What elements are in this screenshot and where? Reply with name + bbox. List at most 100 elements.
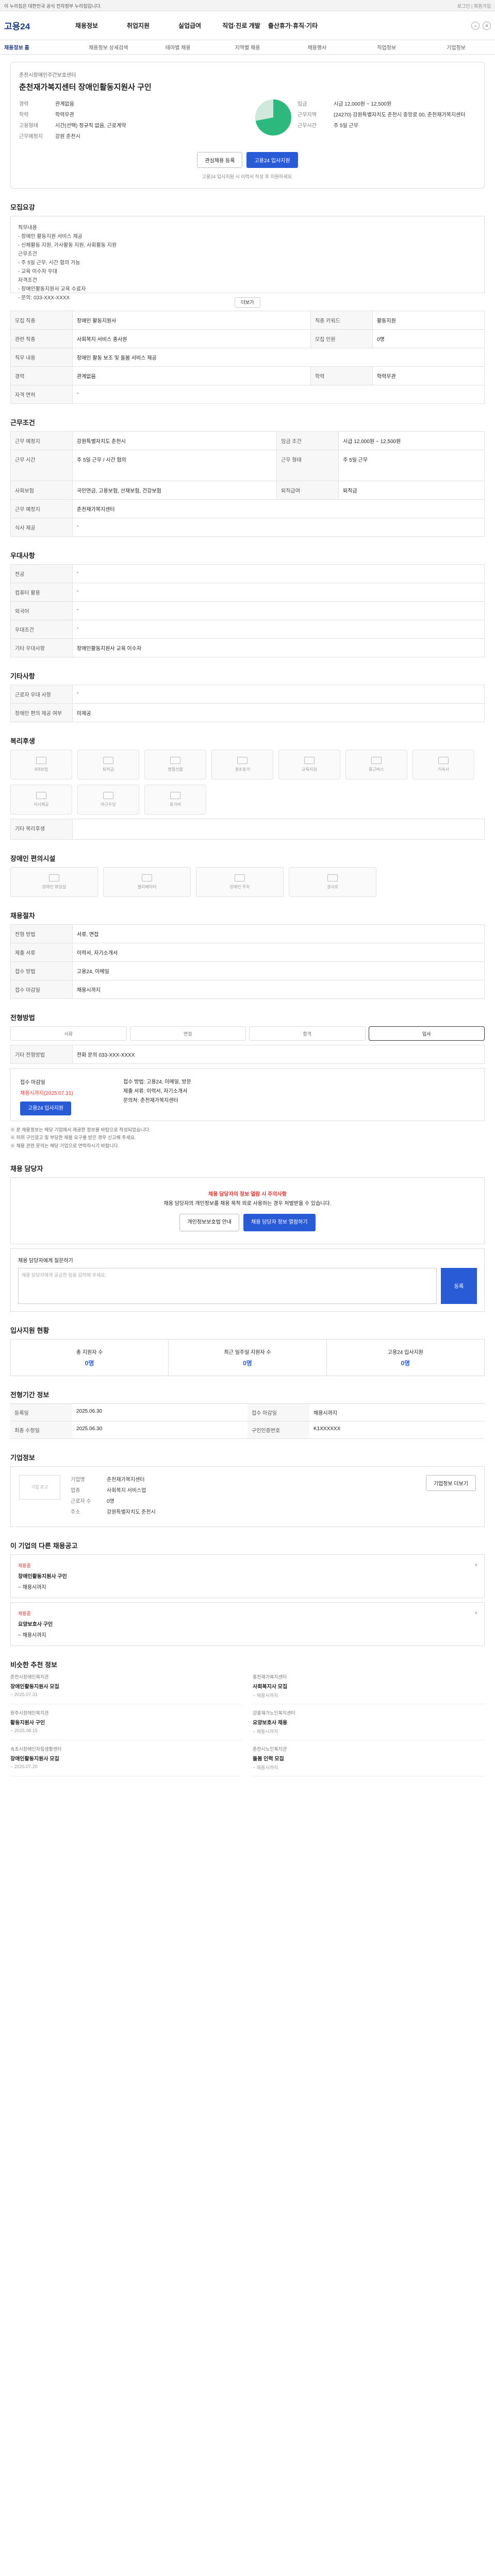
tab-region[interactable]: 지역별 채용 <box>213 43 283 51</box>
company-value: 강원특별자치도 춘천시 <box>107 1509 156 1515</box>
recommend-item[interactable]: 홍천재가복지센터 사회복지사 모집 ~ 채용시까지 <box>253 1673 485 1704</box>
benefit-icon <box>438 757 449 764</box>
summary-value: 시간(선택) 정규직 없음, 근로계약 <box>55 123 126 129</box>
summary-value: 강원 춘천시 <box>55 134 80 140</box>
benefit-icon <box>304 757 315 764</box>
submit-question-button[interactable]: 등록 <box>441 1267 477 1304</box>
summary-key: 근무지역 <box>298 112 317 118</box>
disabled-icon-grid: 장애인 화장실 엘리베이터 장애인 주차 경사로 <box>10 867 485 897</box>
facility-icon-item: 장애인 화장실 <box>10 867 98 897</box>
related-job-title: 요양보호사 구인 <box>18 1621 53 1628</box>
privacy-law-button[interactable]: 개인정보보호법 안내 <box>179 1213 240 1231</box>
cell-key: 접수 마감일 <box>10 980 73 999</box>
recommend-item[interactable]: 강릉재가노인복지센터 요양보호사 채용 ~ 채용시까지 <box>253 1709 485 1740</box>
welfare-icon-label: 퇴직금 <box>102 767 114 772</box>
cell-value: 이력서, 자기소개서 <box>72 943 485 962</box>
gnb-item-career[interactable]: 직업·진로 개발 <box>216 21 267 30</box>
welfare-icon-label: 4대보험 <box>34 767 48 772</box>
summary-key: 고용형태 <box>19 123 38 129</box>
gnb-item-jobs[interactable]: 채용정보 <box>61 21 112 30</box>
status-label: 최근 일주일 지원자 수 <box>224 1349 271 1355</box>
cell-key: 컴퓨터 활용 <box>10 583 73 602</box>
company-info-title: 기업정보 <box>10 1453 35 1462</box>
apply-button[interactable]: 고용24 입사지원 <box>246 152 298 168</box>
cell-value: - <box>72 601 485 620</box>
info-value: 2025.06.30 <box>72 1421 248 1439</box>
tab-detail-search[interactable]: 채용정보 상세검색 <box>74 43 143 51</box>
facility-icon <box>142 874 152 882</box>
facility-label: 장애인 주차 <box>229 885 250 889</box>
summary-key: 근무시간 <box>298 123 317 129</box>
cell-value: 시급 12,000원 ~ 12,500원 <box>338 431 485 450</box>
recommend-item[interactable]: 속초시장애인자립생활센터 장애인활동지원사 모집 ~ 2025.07.20 <box>10 1745 242 1776</box>
welfare-icon-item: 휴가비 <box>144 785 206 815</box>
welfare-icon-item: 퇴직금 <box>77 750 139 779</box>
related-deadline: ~ 채용시까지 <box>18 1584 46 1590</box>
welfare-icon-label: 야근수당 <box>101 802 116 807</box>
gnb-item-support[interactable]: 취업지원 <box>112 21 164 30</box>
more-button[interactable]: 더보기 <box>234 297 261 308</box>
info-key: 접수 마감일 <box>248 1403 309 1421</box>
facility-icon <box>327 874 338 882</box>
question-input[interactable]: 채용 담당자에게 궁금한 점을 입력해 주세요. <box>18 1267 437 1304</box>
cell-key: 경력 <box>10 366 73 385</box>
recommend-item[interactable]: 춘천시장애인복지관 장애인활동지원사 모집 ~ 2025.07.31 <box>10 1673 242 1704</box>
status-label: 고용24 입사지원 <box>387 1349 423 1355</box>
summary-value: 시급 12,000원 ~ 12,500원 <box>334 101 392 107</box>
cell-value: 강원특별자치도 춘천시 <box>72 431 277 450</box>
related-item[interactable]: 채용중 장애인활동지원사 구인 ~ 채용시까지 › <box>10 1554 485 1598</box>
cell-key: 근무 예정지 <box>10 499 73 518</box>
tab-job-home[interactable]: 채용정보 홈 <box>4 43 74 51</box>
recommend-item[interactable]: 원주시장애인복지관 활동지원사 구인 ~ 2025.08.15 <box>10 1709 242 1740</box>
qa-box: 채용 담당자에게 질문하기 채용 담당자에게 궁금한 점을 입력해 주세요. 등… <box>10 1248 485 1312</box>
login-links[interactable]: 로그인 | 회원가입 <box>457 3 491 9</box>
cell-value: 미제공 <box>72 703 485 722</box>
related-deadline: ~ 채용시까지 <box>18 1632 46 1638</box>
welfare-icon-item: 4대보험 <box>10 750 72 779</box>
tab-events[interactable]: 채용행사 <box>282 43 352 51</box>
cell-key: 전형 방법 <box>10 924 73 943</box>
cell-value: - <box>72 620 485 639</box>
company-value: 0명 <box>107 1498 114 1504</box>
scrap-button[interactable]: 관심채용 등록 <box>197 152 243 168</box>
related-item[interactable]: 채용중 요양보호사 구인 ~ 채용시까지 › <box>10 1602 485 1646</box>
cell-value: 0명 <box>372 329 485 348</box>
info-value: 채용시까지 <box>309 1404 485 1421</box>
welfare-title: 우대사항 <box>10 552 35 560</box>
recommend-company: 원주시장애인복지관 <box>10 1710 49 1716</box>
facility-label: 엘리베이터 <box>137 885 157 889</box>
cell-value: - <box>72 518 485 537</box>
company-more-button[interactable]: 기업정보 더보기 <box>425 1475 476 1491</box>
recommend-item[interactable]: 춘천시노인복지관 돌봄 인력 모집 ~ 채용시까지 <box>253 1745 485 1776</box>
recommend-title: 비슷한 추천 정보 <box>10 1660 57 1669</box>
cell-key: 접수 방법 <box>10 961 73 980</box>
summary-key: 경력 <box>19 101 29 107</box>
related-job-title: 장애인활동지원사 구인 <box>18 1573 67 1580</box>
site-logo[interactable]: 고용24 <box>4 19 61 32</box>
welfare-icon-item: 야근수당 <box>77 785 139 815</box>
recommend-title-text: 사회복지사 모집 <box>253 1684 288 1690</box>
search-icon[interactable]: ⌕ <box>471 21 480 30</box>
site-header: 고용24 채용정보 취업지원 실업급여 직업·진로 개발 출산휴가·휴직·기타 … <box>0 11 495 40</box>
view-contact-button[interactable]: 채용 담당자 정보 열람하기 <box>243 1213 316 1231</box>
cell-key: 제출 서류 <box>10 943 73 962</box>
process-table: 전형 방법 서류, 면접 제출 서류 이력서, 자기소개서 접수 방법 고용24, 이… <box>10 924 485 999</box>
tab-theme[interactable]: 테마별 채용 <box>143 43 213 51</box>
info-grid: 등록일 2025.06.30 접수 마감일 채용시까지 최종 수정일 2025.06.3… <box>10 1403 485 1439</box>
gnb-item-leave[interactable]: 출산휴가·휴직·기타 <box>267 21 319 30</box>
cell-value: 전화 문의 033-XXX-XXXX <box>72 1045 485 1064</box>
facility-icon-item: 엘리베이터 <box>103 867 191 897</box>
tab-company-info[interactable]: 기업정보 <box>421 43 491 51</box>
menu-icon[interactable]: ≡ <box>483 21 491 30</box>
gnb-item-benefit[interactable]: 실업급여 <box>164 21 216 30</box>
privacy-notice-title: 채용 담당자의 정보 열람 시 주의사항 <box>208 1191 287 1197</box>
note-item: ※ 채용 관련 문의는 해당 기업으로 연락하시기 바랍니다. <box>10 1143 120 1148</box>
company-key: 주소 <box>71 1509 80 1515</box>
apply-button-2[interactable]: 고용24 입사지원 <box>20 1101 72 1115</box>
cell-value: 춘천재가복지센터 <box>72 499 485 518</box>
recommend-deadline: ~ 채용시까지 <box>253 1692 278 1698</box>
tab-job-info[interactable]: 직업정보 <box>352 43 421 51</box>
summary-value: 주 5일 근무 <box>334 123 358 129</box>
apply-status: 총 지원자 수 0명 최근 일주일 지원자 수 0명 고용24 입사지원 0명 <box>10 1338 485 1376</box>
qa-title: 채용 담당자 <box>10 1164 43 1173</box>
